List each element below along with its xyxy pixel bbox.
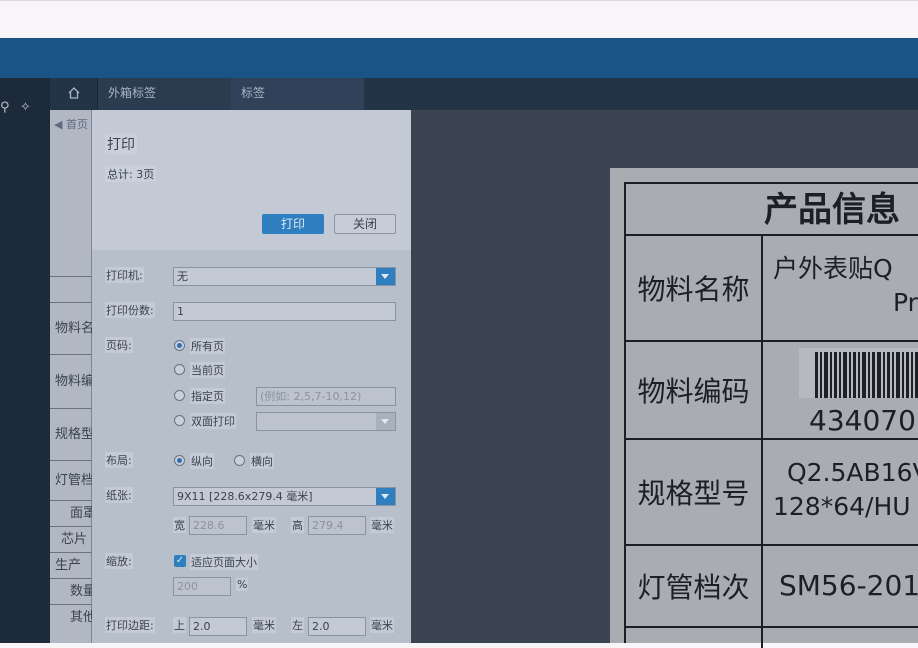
scale-input[interactable]: 200 bbox=[173, 577, 231, 596]
table-row: 芯片 bbox=[50, 526, 92, 552]
barcode bbox=[799, 348, 918, 398]
percent-unit: % bbox=[236, 578, 249, 591]
chevron-down-icon[interactable] bbox=[376, 413, 395, 430]
close-button[interactable]: 关闭 bbox=[334, 214, 396, 234]
radio-duplex[interactable] bbox=[174, 415, 185, 426]
paper-label: 纸张: bbox=[105, 487, 133, 503]
background-table: ◀ 首页 物料名 物料编 规格型 灯管档 面罩 芯片 生产 数量 其他 bbox=[50, 110, 92, 643]
tab-outer-box-label[interactable]: 外箱标签 bbox=[98, 78, 231, 110]
print-button[interactable]: 打印 bbox=[262, 214, 324, 234]
value-line: 户外表贴Q bbox=[773, 254, 893, 283]
chevron-down-icon[interactable] bbox=[376, 488, 395, 505]
label-cell bbox=[626, 628, 763, 648]
search-icon[interactable]: ⚲ bbox=[0, 100, 10, 115]
chevron-down-icon[interactable] bbox=[376, 268, 395, 285]
label-cell: 规格型号 bbox=[626, 440, 763, 546]
paper-value: 9X11 [228.6x279.4 毫米] bbox=[177, 490, 313, 503]
copies-label: 打印份数: bbox=[105, 302, 155, 318]
radio-landscape[interactable] bbox=[234, 455, 245, 466]
pin-icon[interactable]: ✧ bbox=[20, 100, 31, 115]
print-dialog: 打印 总计: 3页 打印 关闭 打印机: 无 打印份数: 1 页码: 所有页 当… bbox=[92, 110, 411, 643]
app-header bbox=[0, 38, 918, 78]
table-row: 规格型 bbox=[50, 408, 92, 460]
radio-label: 指定页 bbox=[190, 388, 225, 404]
paper-select[interactable]: 9X11 [228.6x279.4 毫米] bbox=[173, 487, 396, 506]
value-cell: Q2.5AB16V 128*64/HU bbox=[763, 440, 918, 546]
label-cell: 物料名称 bbox=[626, 236, 763, 342]
printer-select[interactable]: 无 bbox=[173, 267, 396, 286]
radio-current-page[interactable] bbox=[174, 364, 185, 375]
mm-unit: 毫米 bbox=[252, 517, 276, 533]
value-cell: 户外表贴Q Pr bbox=[763, 236, 918, 342]
table-row: 生产 bbox=[50, 552, 92, 578]
material-code: 434070 bbox=[809, 404, 916, 437]
margin-label: 打印边距: bbox=[105, 617, 155, 633]
value-line: Q2.5AB16V bbox=[787, 458, 918, 487]
radio-label: 双面打印 bbox=[190, 413, 236, 429]
margin-left-input[interactable]: 2.0 bbox=[308, 617, 366, 636]
duplex-select[interactable] bbox=[256, 412, 396, 431]
radio-all-pages[interactable] bbox=[174, 340, 185, 351]
table-row: 其他 bbox=[50, 604, 92, 630]
mm-unit: 毫米 bbox=[370, 617, 394, 633]
printer-label: 打印机: bbox=[105, 267, 144, 283]
tab-label[interactable]: 标签 bbox=[231, 78, 364, 110]
checkbox-fit-page[interactable]: ✓ bbox=[174, 555, 186, 567]
scale-label: 缩放: bbox=[105, 553, 133, 569]
radio-specify-pages[interactable] bbox=[174, 390, 185, 401]
dialog-title: 打印 bbox=[105, 134, 137, 154]
home-link[interactable]: ◀ 首页 bbox=[54, 116, 88, 132]
height-input[interactable]: 279.4 bbox=[308, 516, 366, 535]
radio-label: 当前页 bbox=[190, 362, 225, 378]
layout-label: 布局: bbox=[105, 452, 133, 468]
table-row: 灯管档 bbox=[50, 460, 92, 500]
value-cell: 434070 bbox=[763, 342, 918, 440]
copies-input[interactable]: 1 bbox=[173, 302, 396, 321]
tab-home[interactable] bbox=[50, 78, 98, 110]
radio-portrait[interactable] bbox=[174, 455, 185, 466]
table-row: 物料名 bbox=[50, 302, 92, 354]
dialog-header: 打印 总计: 3页 打印 关闭 bbox=[92, 110, 411, 250]
tab-bar: 外箱标签 标签 bbox=[50, 78, 918, 110]
radio-label: 横向 bbox=[250, 453, 274, 469]
label-title: 产品信息 bbox=[626, 184, 918, 236]
fit-page-label: 适应页面大小 bbox=[190, 554, 258, 570]
label-cell: 灯管档次 bbox=[626, 546, 763, 628]
radio-label: 所有页 bbox=[190, 338, 225, 354]
height-label: 高 bbox=[291, 517, 304, 533]
home-icon bbox=[68, 87, 79, 99]
left-nav: ⚲ ✧ bbox=[0, 78, 50, 643]
table-row: 面罩 bbox=[50, 500, 92, 526]
mm-unit: 毫米 bbox=[370, 517, 394, 533]
value-cell: SM56-201 bbox=[763, 546, 918, 628]
radio-label: 纵向 bbox=[190, 453, 214, 469]
page-total: 总计: 3页 bbox=[105, 166, 157, 182]
margin-left-label: 左 bbox=[291, 617, 304, 633]
pages-label: 页码: bbox=[105, 337, 133, 353]
width-label: 宽 bbox=[173, 517, 186, 533]
value-line: 128*64/HU bbox=[773, 492, 911, 521]
margin-top-label: 上 bbox=[173, 617, 186, 633]
label-preview-table: 产品信息 物料名称 户外表贴Q Pr 物料编码 434070 规格型号 Q2.5… bbox=[624, 182, 918, 648]
value-line: Pr bbox=[893, 288, 918, 317]
browser-top-bar bbox=[0, 0, 918, 38]
mm-unit: 毫米 bbox=[252, 617, 276, 633]
width-input[interactable]: 228.6 bbox=[189, 516, 247, 535]
margin-top-input[interactable]: 2.0 bbox=[189, 617, 247, 636]
specify-pages-input[interactable]: (例如: 2,5,7-10,12) bbox=[256, 387, 396, 406]
table-row bbox=[50, 276, 92, 302]
table-row: 物料编 bbox=[50, 354, 92, 408]
label-cell: 物料编码 bbox=[626, 342, 763, 440]
table-row: 数量 bbox=[50, 578, 92, 604]
printer-value: 无 bbox=[177, 270, 188, 283]
